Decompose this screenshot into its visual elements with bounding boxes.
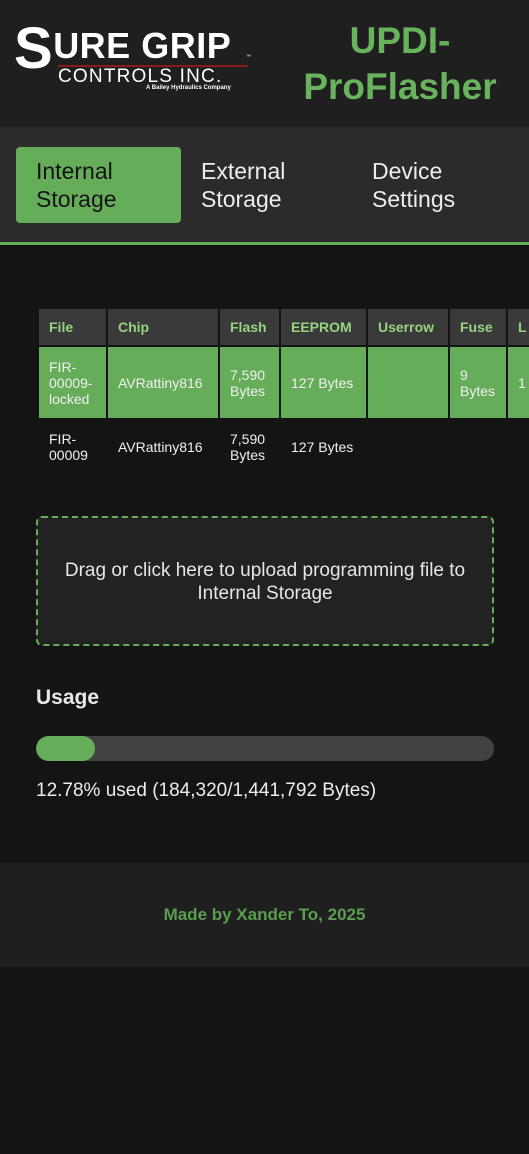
- cell-extra: [506, 418, 529, 476]
- cell-fuse: [448, 418, 508, 476]
- logo-brand-rest: URE GRIP: [53, 25, 232, 66]
- usage-text: 12.78% used (184,320/1,441,792 Bytes): [36, 780, 377, 801]
- app-title: UPDI-ProFlasher: [303, 20, 497, 107]
- footer: Made by Xander To, 2025: [0, 863, 529, 967]
- tab-internal-storage[interactable]: Internal Storage: [16, 147, 181, 223]
- tab-external-storage[interactable]: External Storage: [181, 147, 336, 223]
- column-header-file[interactable]: File: [37, 307, 108, 347]
- storage-tabs: Internal Storage External Storage Device…: [0, 127, 529, 245]
- logo-trademark: ™: [246, 54, 251, 60]
- cell-flash: 7,590 Bytes: [218, 345, 281, 420]
- cell-eeprom: 127 Bytes: [279, 418, 368, 476]
- usage-progress-fill: [36, 736, 95, 761]
- cell-extra: 1: [506, 345, 529, 420]
- cell-userrow: [366, 418, 450, 476]
- cell-userrow: [366, 345, 450, 420]
- column-header-userrow[interactable]: Userrow: [366, 307, 450, 347]
- table-header-row: File Chip Flash EEPROM Userrow Fuse L: [37, 307, 529, 347]
- cell-file: FIR-00009-locked: [37, 345, 108, 420]
- sure-grip-logo: SURE GRIP ™ CONTROLS INC. A Bailey Hydra…: [14, 20, 259, 94]
- cell-fuse: 9 Bytes: [448, 345, 508, 420]
- cell-flash: 7,590 Bytes: [218, 418, 281, 476]
- files-table-container[interactable]: File Chip Flash EEPROM Userrow Fuse L FI…: [37, 307, 529, 477]
- cell-chip: AVRattiny816: [106, 345, 220, 420]
- cell-file: FIR-00009: [37, 418, 108, 476]
- column-header-l[interactable]: L: [506, 307, 529, 347]
- column-header-fuse[interactable]: Fuse: [448, 307, 508, 347]
- cell-eeprom: 127 Bytes: [279, 345, 368, 420]
- logo-subtitle: A Bailey Hydraulics Company: [146, 85, 231, 91]
- upload-dropzone[interactable]: Drag or click here to upload programming…: [36, 516, 494, 646]
- upload-dropzone-text: Drag or click here to upload programming…: [64, 560, 466, 604]
- column-header-flash[interactable]: Flash: [218, 307, 281, 347]
- logo-big-s: S: [14, 16, 54, 81]
- app-header: SURE GRIP ™ CONTROLS INC. A Bailey Hydra…: [0, 0, 529, 127]
- table-row[interactable]: FIR-00009-locked AVRattiny816 7,590 Byte…: [37, 345, 529, 420]
- column-header-eeprom[interactable]: EEPROM: [279, 307, 368, 347]
- tab-device-settings[interactable]: Device Settings: [352, 147, 517, 223]
- usage-progress-bar: [36, 736, 494, 761]
- cell-chip: AVRattiny816: [106, 418, 220, 476]
- files-table: File Chip Flash EEPROM Userrow Fuse L FI…: [37, 307, 529, 476]
- footer-credit: Made by Xander To, 2025: [163, 905, 366, 924]
- table-row[interactable]: FIR-00009 AVRattiny816 7,590 Bytes 127 B…: [37, 418, 529, 476]
- usage-heading: Usage: [36, 686, 100, 709]
- column-header-chip[interactable]: Chip: [106, 307, 220, 347]
